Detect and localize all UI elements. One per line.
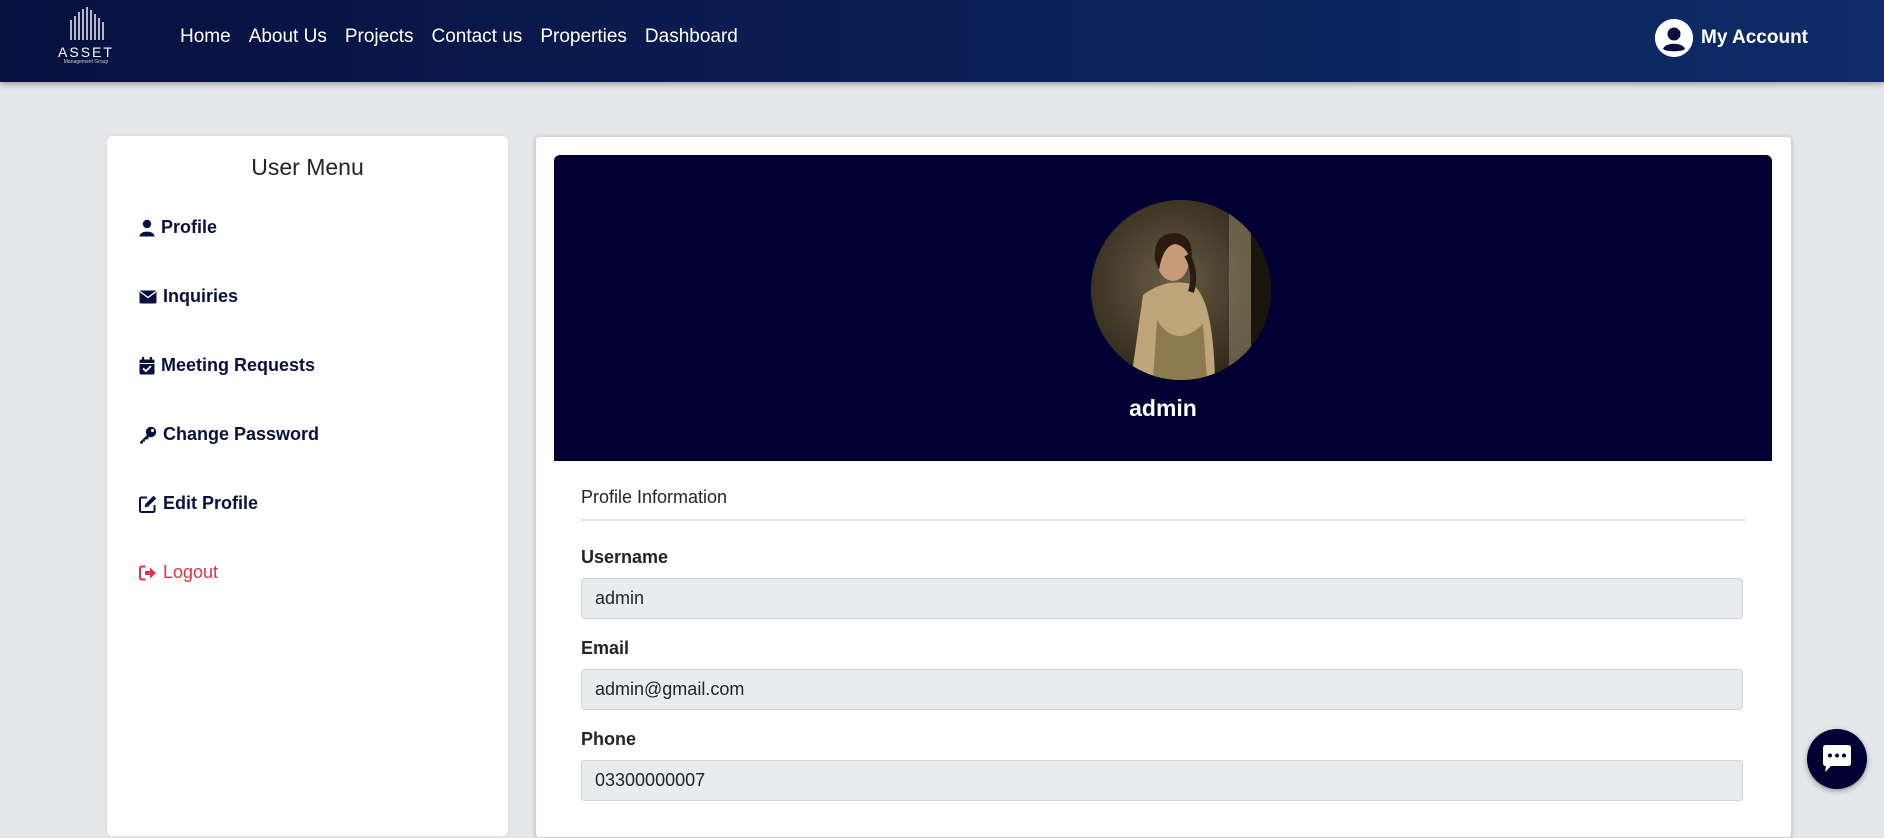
sidebar-item-label: Profile bbox=[161, 217, 218, 237]
avatar[interactable] bbox=[1091, 200, 1271, 380]
nav-link-dashboard[interactable]: Dashboard bbox=[645, 26, 738, 48]
user-menu-sidebar: User Menu Profile Inquiries Meeting Requ… bbox=[107, 136, 508, 836]
profile-card: admin Profile Information Username Email… bbox=[535, 136, 1792, 838]
user-circle-icon bbox=[1655, 19, 1694, 57]
sidebar-item-edit-profile[interactable]: Edit Profile bbox=[139, 493, 258, 514]
nav-link-properties[interactable]: Properties bbox=[540, 26, 627, 48]
my-account-label: My Account bbox=[1701, 27, 1808, 48]
username-field[interactable] bbox=[581, 578, 1743, 619]
sidebar-item-meeting-requests[interactable]: Meeting Requests bbox=[139, 355, 315, 376]
profile-banner: admin bbox=[554, 155, 1772, 461]
profile-name: admin bbox=[1129, 395, 1197, 421]
chat-button[interactable] bbox=[1807, 729, 1867, 789]
email-field[interactable] bbox=[581, 669, 1743, 710]
sidebar-item-label: Logout bbox=[163, 562, 219, 582]
logo-building-icon bbox=[70, 7, 104, 40]
logo-subtext: Management Group bbox=[63, 59, 109, 65]
profile-information-heading: Profile Information bbox=[581, 487, 728, 507]
nav-link-projects[interactable]: Projects bbox=[345, 26, 414, 48]
my-account-button[interactable]: My Account bbox=[1655, 19, 1808, 57]
sidebar-item-logout[interactable]: Logout bbox=[139, 562, 218, 583]
brand-logo[interactable]: ASSET Management Group bbox=[54, 6, 118, 66]
phone-label: Phone bbox=[581, 729, 637, 749]
sidebar-item-label: Change Password bbox=[163, 424, 320, 444]
nav-link-contact-us[interactable]: Contact us bbox=[431, 26, 522, 48]
username-label: Username bbox=[581, 547, 669, 567]
nav-link-home[interactable]: Home bbox=[180, 26, 231, 48]
main-nav: Home About Us Projects Contact us Proper… bbox=[180, 26, 756, 48]
sign-out-icon bbox=[139, 565, 156, 580]
sidebar-item-label: Inquiries bbox=[163, 286, 239, 306]
chat-bubble-icon bbox=[1823, 745, 1851, 772]
email-label: Email bbox=[581, 638, 630, 658]
logo-text: ASSET bbox=[58, 44, 114, 60]
calendar-check-icon bbox=[139, 356, 155, 374]
profile-photo bbox=[1091, 200, 1271, 380]
key-icon bbox=[140, 426, 157, 443]
nav-link-about-us[interactable]: About Us bbox=[249, 26, 327, 48]
sidebar-title: User Menu bbox=[251, 154, 364, 180]
top-navbar: ASSET Management Group Home About Us Pro… bbox=[0, 0, 1884, 82]
phone-field[interactable] bbox=[581, 760, 1743, 801]
edit-icon bbox=[139, 495, 157, 513]
sidebar-item-profile[interactable]: Profile bbox=[139, 217, 217, 238]
sidebar-item-inquiries[interactable]: Inquiries bbox=[139, 286, 238, 307]
sidebar-item-label: Edit Profile bbox=[163, 493, 259, 513]
sidebar-item-label: Meeting Requests bbox=[161, 355, 316, 375]
section-divider bbox=[581, 519, 1745, 521]
sidebar-item-change-password[interactable]: Change Password bbox=[139, 424, 319, 445]
envelope-icon bbox=[139, 290, 157, 303]
user-icon bbox=[139, 219, 155, 236]
